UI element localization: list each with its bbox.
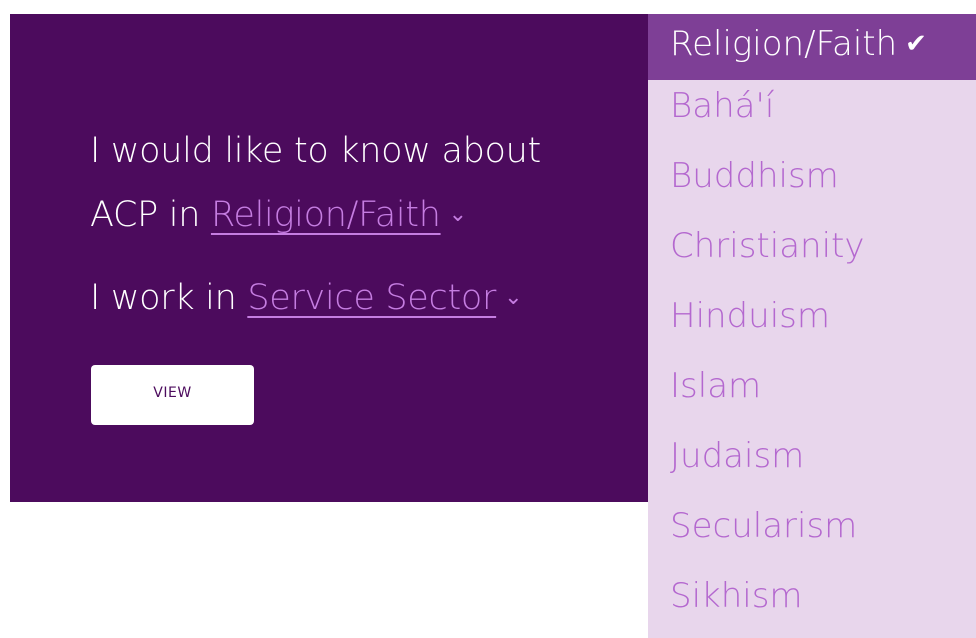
view-button[interactable]: VIEW: [91, 365, 254, 425]
dropdown-options-list: Bahá'í Buddhism Christianity Hinduism Is…: [648, 80, 865, 638]
sentence-line-2: ACP in Religion/Faith ⌄: [90, 195, 467, 235]
sector-dropdown-toggle[interactable]: Service Sector ⌄: [247, 278, 522, 318]
check-icon: ✔: [905, 29, 927, 59]
dropdown-option-christianity[interactable]: Christianity: [648, 220, 865, 290]
selector-panel: I would like to know about ACP in Religi…: [10, 14, 650, 502]
dropdown-option-bahai[interactable]: Bahá'í: [648, 80, 865, 150]
religion-dropdown-toggle[interactable]: Religion/Faith ⌄: [211, 195, 467, 235]
sentence-text: I work in: [90, 278, 248, 318]
dropdown-option-judaism[interactable]: Judaism: [648, 430, 865, 500]
religion-dropdown-menu: Religion/Faith ✔ Bahá'í Buddhism Christia…: [648, 14, 976, 638]
dropdown-selected-label: Religion/Faith: [670, 24, 898, 64]
sentence-line-1: I would like to know about: [90, 131, 541, 171]
chevron-down-icon: ⌄: [504, 285, 523, 310]
page: I would like to know about ACP in Religi…: [0, 0, 976, 638]
dropdown-option-secularism[interactable]: Secularism: [648, 500, 865, 570]
dropdown-option-islam[interactable]: Islam: [648, 360, 865, 430]
sentence-text: ACP in: [90, 195, 211, 235]
dropdown-selected-option[interactable]: Religion/Faith ✔: [648, 14, 976, 80]
sentence-line-3: I work in Service Sector ⌄: [90, 278, 523, 318]
dropdown-option-hinduism[interactable]: Hinduism: [648, 290, 865, 360]
dropdown-option-buddhism[interactable]: Buddhism: [648, 150, 865, 220]
sector-dropdown-value: Service Sector: [247, 278, 497, 318]
religion-dropdown-value: Religion/Faith: [210, 195, 441, 235]
sentence-text: I would like to know about: [90, 131, 541, 171]
dropdown-option-sikhism[interactable]: Sikhism: [648, 570, 865, 638]
chevron-down-icon: ⌄: [448, 202, 467, 227]
